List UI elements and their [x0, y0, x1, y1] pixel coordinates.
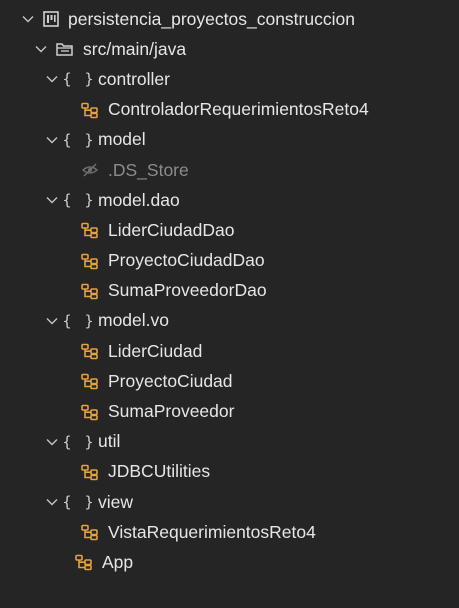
java-projects-tree: persistencia_proyectos_construccion src/… — [0, 0, 459, 608]
project-name: persistencia_proyectos_construccion — [68, 8, 355, 29]
package-braces-icon: { } — [62, 432, 96, 451]
package-label: model.vo — [98, 310, 170, 331]
tree-item-package-model-vo[interactable]: { } model.vo — [0, 306, 459, 336]
chevron-down-icon[interactable] — [44, 313, 60, 329]
package-label: controller — [98, 68, 170, 89]
tree-item-package-controller[interactable]: { } controller — [0, 64, 459, 94]
file-label: SumaProveedor — [108, 401, 235, 422]
package-label: model.dao — [98, 189, 180, 210]
java-class-icon — [80, 282, 100, 300]
file-label: LiderCiudadDao — [108, 219, 235, 240]
java-class-icon — [80, 342, 100, 360]
package-label: model — [98, 129, 146, 150]
chevron-down-icon[interactable] — [33, 41, 49, 57]
project-board-icon — [42, 10, 60, 28]
file-label: ProyectoCiudad — [108, 370, 233, 391]
tree-item-app-class[interactable]: App — [0, 547, 459, 577]
package-braces-icon: { } — [62, 130, 96, 149]
file-label: ControladorRequerimientosReto4 — [108, 99, 369, 120]
tree-item-file[interactable]: ControladorRequerimientosReto4 — [0, 95, 459, 125]
tree-item-file[interactable]: SumaProveedorDao — [0, 276, 459, 306]
java-class-icon — [74, 553, 94, 571]
tree-item-file[interactable]: SumaProveedor — [0, 396, 459, 426]
package-braces-icon: { } — [62, 191, 96, 210]
java-class-icon — [80, 221, 100, 239]
tree-item-package-view[interactable]: { } view — [0, 487, 459, 517]
file-label: JDBCUtilities — [108, 461, 211, 482]
tree-item-file[interactable]: VistaRequerimientosReto4 — [0, 517, 459, 547]
chevron-down-icon[interactable] — [44, 132, 60, 148]
source-folder-icon — [55, 40, 75, 58]
file-label: SumaProveedorDao — [108, 280, 267, 301]
package-braces-icon: { } — [62, 493, 96, 512]
source-folder-label: src/main/java — [83, 38, 187, 59]
chevron-down-icon[interactable] — [44, 494, 60, 510]
chevron-down-icon[interactable] — [20, 11, 36, 27]
java-class-icon — [80, 252, 100, 270]
file-label: .DS_Store — [108, 159, 189, 180]
file-label: VistaRequerimientosReto4 — [108, 521, 316, 542]
tree-item-package-model[interactable]: { } model — [0, 125, 459, 155]
package-label: util — [98, 431, 121, 452]
tree-item-package-util[interactable]: { } util — [0, 427, 459, 457]
java-class-icon — [80, 403, 100, 421]
chevron-down-icon[interactable] — [44, 192, 60, 208]
java-class-icon — [80, 523, 100, 541]
tree-item-file[interactable]: JDBCUtilities — [0, 457, 459, 487]
tree-item-file[interactable]: ProyectoCiudadDao — [0, 246, 459, 276]
package-braces-icon: { } — [62, 70, 96, 89]
java-class-icon — [80, 463, 100, 481]
file-label: LiderCiudad — [108, 340, 203, 361]
tree-item-source-folder[interactable]: src/main/java — [0, 34, 459, 64]
java-class-icon — [80, 372, 100, 390]
package-label: view — [98, 491, 134, 512]
file-label: App — [102, 551, 134, 572]
java-class-icon — [80, 101, 100, 119]
chevron-down-icon[interactable] — [44, 434, 60, 450]
eye-closed-icon — [80, 161, 100, 179]
tree-item-package-model-dao[interactable]: { } model.dao — [0, 185, 459, 215]
tree-item-file[interactable]: ProyectoCiudad — [0, 366, 459, 396]
tree-item-file[interactable]: LiderCiudadDao — [0, 215, 459, 245]
tree-item-file[interactable]: LiderCiudad — [0, 336, 459, 366]
chevron-down-icon[interactable] — [44, 71, 60, 87]
tree-item-project[interactable]: persistencia_proyectos_construccion — [0, 4, 459, 34]
package-braces-icon: { } — [62, 311, 96, 330]
tree-item-file[interactable]: .DS_Store — [0, 155, 459, 185]
file-label: ProyectoCiudadDao — [108, 250, 265, 271]
